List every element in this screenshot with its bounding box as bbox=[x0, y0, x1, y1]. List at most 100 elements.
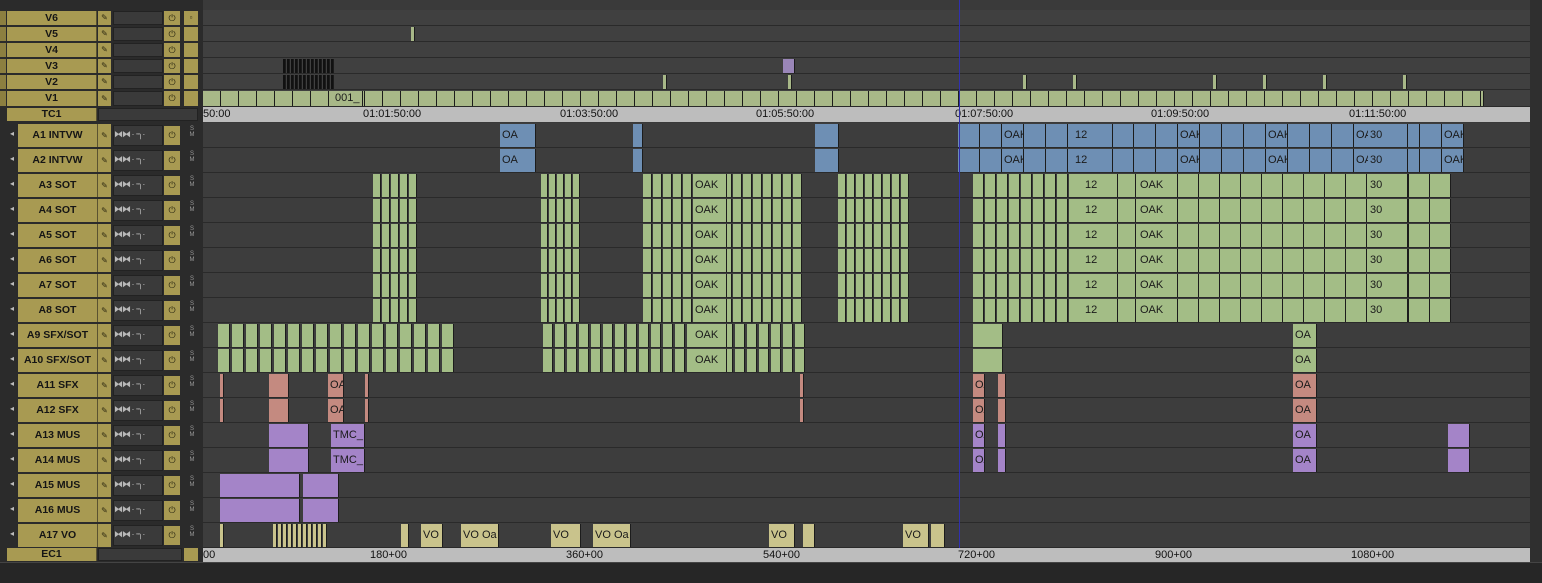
clip[interactable] bbox=[1220, 174, 1241, 197]
clip[interactable] bbox=[442, 324, 454, 347]
clip[interactable] bbox=[639, 349, 649, 372]
clip[interactable] bbox=[372, 324, 384, 347]
clip[interactable] bbox=[1301, 91, 1319, 106]
expand-arrow-icon[interactable]: ◂ bbox=[7, 204, 17, 213]
solo-mute-icon[interactable]: SM bbox=[187, 376, 197, 388]
clip[interactable] bbox=[1427, 91, 1445, 106]
clip[interactable] bbox=[313, 524, 317, 547]
clip[interactable] bbox=[373, 199, 381, 222]
track-power-icon[interactable]: ⏻ bbox=[164, 326, 180, 345]
clip[interactable] bbox=[683, 249, 692, 272]
clip[interactable]: 12 bbox=[1083, 299, 1118, 322]
clip[interactable] bbox=[838, 274, 846, 297]
clip[interactable] bbox=[1033, 274, 1044, 297]
timeline-area[interactable]: 50:00 01:01:50:00 01:03:50:00 01:05:50:00 01… bbox=[203, 0, 1530, 582]
clip[interactable] bbox=[1409, 91, 1427, 106]
clip[interactable] bbox=[573, 224, 580, 247]
clip[interactable] bbox=[743, 174, 752, 197]
clip[interactable] bbox=[1409, 174, 1430, 197]
clip[interactable] bbox=[847, 174, 855, 197]
clip[interactable] bbox=[901, 174, 909, 197]
clip[interactable] bbox=[218, 349, 230, 372]
clip[interactable] bbox=[733, 174, 742, 197]
clip[interactable] bbox=[673, 249, 682, 272]
clip[interactable] bbox=[753, 274, 762, 297]
clip[interactable] bbox=[901, 274, 909, 297]
clip[interactable] bbox=[1024, 149, 1046, 172]
track-power-icon[interactable]: ⏻ bbox=[164, 426, 180, 445]
clip[interactable] bbox=[541, 274, 548, 297]
track-name-a13[interactable]: A13 MUS bbox=[18, 424, 98, 447]
clip[interactable] bbox=[997, 174, 1008, 197]
clip[interactable] bbox=[1073, 75, 1077, 89]
track-power-icon[interactable]: ⏻ bbox=[164, 11, 180, 25]
clip[interactable] bbox=[973, 274, 984, 297]
clip[interactable] bbox=[1115, 174, 1136, 197]
sync-lock-icon[interactable]: ✎ bbox=[98, 11, 111, 25]
clip[interactable] bbox=[997, 224, 1008, 247]
clip[interactable] bbox=[643, 174, 652, 197]
clip[interactable] bbox=[344, 349, 356, 372]
clip[interactable] bbox=[1262, 174, 1283, 197]
clip[interactable] bbox=[303, 59, 306, 73]
monitor-icon[interactable] bbox=[184, 27, 198, 41]
clip[interactable] bbox=[815, 91, 833, 106]
clip[interactable] bbox=[543, 349, 553, 372]
clip[interactable] bbox=[527, 91, 545, 106]
clip[interactable] bbox=[883, 174, 891, 197]
clip[interactable] bbox=[391, 174, 399, 197]
clip[interactable] bbox=[958, 124, 980, 147]
clip[interactable] bbox=[874, 224, 882, 247]
clip[interactable] bbox=[411, 27, 415, 41]
expand-arrow-icon[interactable]: ◂ bbox=[7, 329, 17, 338]
clip[interactable] bbox=[331, 75, 334, 89]
clip[interactable] bbox=[998, 424, 1006, 447]
clip[interactable]: OAK bbox=[1138, 299, 1178, 322]
clip[interactable] bbox=[316, 324, 328, 347]
clip[interactable] bbox=[373, 274, 381, 297]
track-name-a17[interactable]: A17 VO bbox=[18, 524, 98, 547]
clip[interactable] bbox=[753, 299, 762, 322]
clip[interactable]: OAK bbox=[1178, 124, 1200, 147]
solo-mute-icon[interactable]: SM bbox=[187, 176, 197, 188]
clip[interactable] bbox=[838, 249, 846, 272]
clip[interactable] bbox=[308, 524, 312, 547]
expand-arrow-icon[interactable]: ◂ bbox=[7, 454, 17, 463]
clip[interactable] bbox=[414, 349, 426, 372]
clip[interactable] bbox=[307, 59, 310, 73]
clip[interactable] bbox=[1430, 199, 1451, 222]
clip[interactable] bbox=[557, 199, 564, 222]
clip[interactable] bbox=[603, 324, 613, 347]
clip[interactable] bbox=[1045, 174, 1056, 197]
clip[interactable] bbox=[302, 349, 314, 372]
clip[interactable] bbox=[1241, 249, 1262, 272]
clip[interactable] bbox=[1430, 299, 1451, 322]
track-power-icon[interactable]: ⏻ bbox=[164, 276, 180, 295]
clip[interactable] bbox=[653, 91, 671, 106]
clip[interactable] bbox=[373, 224, 381, 247]
track-power-icon[interactable]: ⏻ bbox=[164, 59, 180, 73]
clip[interactable] bbox=[269, 449, 309, 472]
expand-arrow-icon[interactable]: ◂ bbox=[7, 379, 17, 388]
clip[interactable] bbox=[1241, 224, 1262, 247]
clip[interactable] bbox=[1021, 274, 1032, 297]
clip[interactable] bbox=[663, 299, 672, 322]
clip[interactable] bbox=[1241, 174, 1262, 197]
clip[interactable] bbox=[783, 299, 792, 322]
clip[interactable] bbox=[1346, 174, 1367, 197]
clip[interactable] bbox=[1103, 91, 1121, 106]
clip[interactable] bbox=[1220, 199, 1241, 222]
clip[interactable] bbox=[1045, 249, 1056, 272]
clip[interactable] bbox=[663, 224, 672, 247]
track-name-v1[interactable]: V1 bbox=[7, 91, 97, 106]
waveform-icon[interactable]: ⧓⧓ ·╶╮· bbox=[114, 329, 162, 340]
clip[interactable] bbox=[803, 524, 815, 547]
clip[interactable] bbox=[1283, 199, 1304, 222]
clip[interactable] bbox=[1178, 174, 1199, 197]
clip[interactable] bbox=[557, 274, 564, 297]
clip[interactable]: OA bbox=[1293, 374, 1317, 397]
clip[interactable]: VO bbox=[769, 524, 795, 547]
timecode-ruler[interactable]: 00 180+00 360+00 540+00 720+00 900+00 1080+00 bbox=[203, 548, 1530, 562]
clip[interactable] bbox=[549, 174, 556, 197]
clip[interactable] bbox=[386, 349, 398, 372]
